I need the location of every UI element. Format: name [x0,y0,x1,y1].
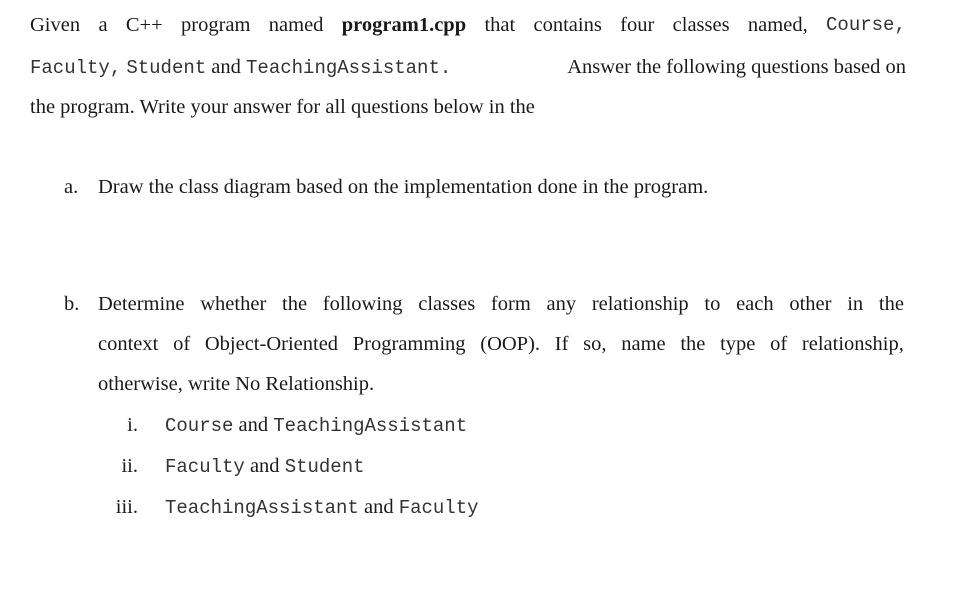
conjunction: and [363,496,394,518]
class-name: Faculty [165,456,245,478]
question-a-text: Draw the class diagram based on the impl… [98,176,709,198]
question-a-label: a. [64,176,79,198]
intro-word: C++ [125,14,163,36]
conjunction: and [211,56,241,78]
intro-line-1: Given a C++ program named program1.cpp t… [30,13,906,37]
question-b-word: any [546,293,577,315]
question-b-word: Programming [352,333,466,355]
question-b-word: If [554,333,569,355]
question-b-word: context [98,333,159,355]
program-filename: program1.cpp [341,14,467,36]
conjunction: and [238,414,269,436]
intro-word: named [268,14,324,36]
question-b-word: relationship, [801,333,904,355]
question-b-line-3: otherwise, write No Relationship. [98,373,375,395]
sub-item-numeral: ii. [121,455,138,477]
question-b-word: classes [418,293,476,315]
question-b-word: relationship [591,293,689,315]
intro-word: classes [672,14,730,36]
intro-word: that [484,14,516,36]
question-b-label: b. [64,293,80,315]
intro-word: contains [533,14,602,36]
class-name-faculty: Faculty, [30,57,122,79]
question-b-word: the [680,333,706,355]
question-b-word: whether [200,293,267,315]
question-b-word: so, [583,333,607,355]
question-b-word: (OOP). [480,333,541,355]
question-b-word: Determine [98,293,185,315]
class-name: Student [284,456,365,478]
conjunction: and [249,455,280,477]
question-b-line-1: Determine whether the following classes form a… [98,292,904,316]
question-b-word: to [704,293,721,315]
intro-word: Given [30,14,81,36]
sub-item: Course and TeachingAssistant [165,413,467,438]
sub-item-numeral: iii. [115,496,138,518]
class-name-teaching-assistant: TeachingAssistant. [246,57,452,79]
intro-line-3: the program. Write your answer for all q… [30,96,535,118]
intro-word: four [620,14,655,36]
class-name-student: Student [126,57,207,79]
question-b-word: in [847,293,864,315]
intro-text: Answer the following questions based on [567,56,906,78]
question-b-word: Object-Oriented [204,333,339,355]
sub-item: TeachingAssistant and Faculty [165,495,479,520]
question-b-word: each [736,293,774,315]
question-b-word: of [173,333,191,355]
intro-word: named, [747,14,808,36]
question-b-word: following [322,293,403,315]
question-b-word: type [720,333,756,355]
class-name: TeachingAssistant [165,497,359,519]
class-name-course: Course, [826,14,906,36]
question-b-word: form [490,293,531,315]
question-b-word: other [789,293,832,315]
question-b-word: of [770,333,788,355]
class-name: Course [165,415,234,437]
class-name: TeachingAssistant [273,415,468,437]
intro-line-2: Faculty, Student and TeachingAssistant. … [30,55,906,80]
class-list: Faculty, Student and TeachingAssistant. [30,55,451,80]
sub-item-numeral: i. [127,414,138,436]
question-b-line-2: context of Object-Oriented Programming (OOP)… [98,332,904,356]
intro-word: program [181,14,251,36]
question-b-word: name [621,333,666,355]
sub-item: Faculty and Student [165,454,365,479]
intro-word: a [98,14,108,36]
question-b-word: the [878,293,904,315]
question-b-word: the [282,293,308,315]
class-name: Faculty [398,497,479,519]
